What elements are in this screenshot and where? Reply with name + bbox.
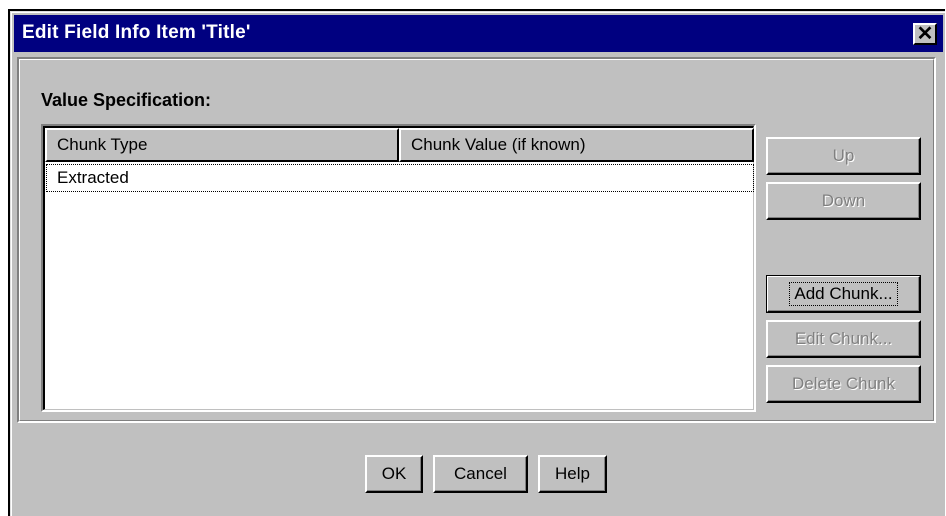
help-button[interactable]: Help (538, 455, 607, 493)
column-header-chunk-type[interactable]: Chunk Type (45, 128, 399, 162)
add-chunk-label: Add Chunk... (789, 282, 898, 306)
down-button[interactable]: Down (766, 182, 921, 220)
chunk-type-cell: Extracted (57, 168, 129, 187)
edit-chunk-button[interactable]: Edit Chunk... (766, 320, 921, 358)
up-button[interactable]: Up (766, 137, 921, 175)
cancel-button[interactable]: Cancel (433, 455, 528, 493)
delete-chunk-button[interactable]: Delete Chunk (766, 365, 921, 403)
title-bar[interactable]: Edit Field Info Item 'Title' ✕ (14, 15, 943, 52)
add-chunk-button[interactable]: Add Chunk... (766, 275, 921, 313)
column-header-chunk-value[interactable]: Chunk Value (if known) (399, 128, 754, 162)
chunk-list[interactable]: Chunk Type Chunk Value (if known) Extrac… (41, 124, 756, 412)
list-item[interactable]: Extracted (46, 164, 754, 192)
close-button[interactable]: ✕ (913, 23, 937, 45)
close-icon: ✕ (916, 23, 934, 45)
value-specification-label: Value Specification: (41, 90, 212, 110)
window-title: Edit Field Info Item 'Title' (22, 22, 251, 43)
ok-button[interactable]: OK (365, 455, 423, 493)
